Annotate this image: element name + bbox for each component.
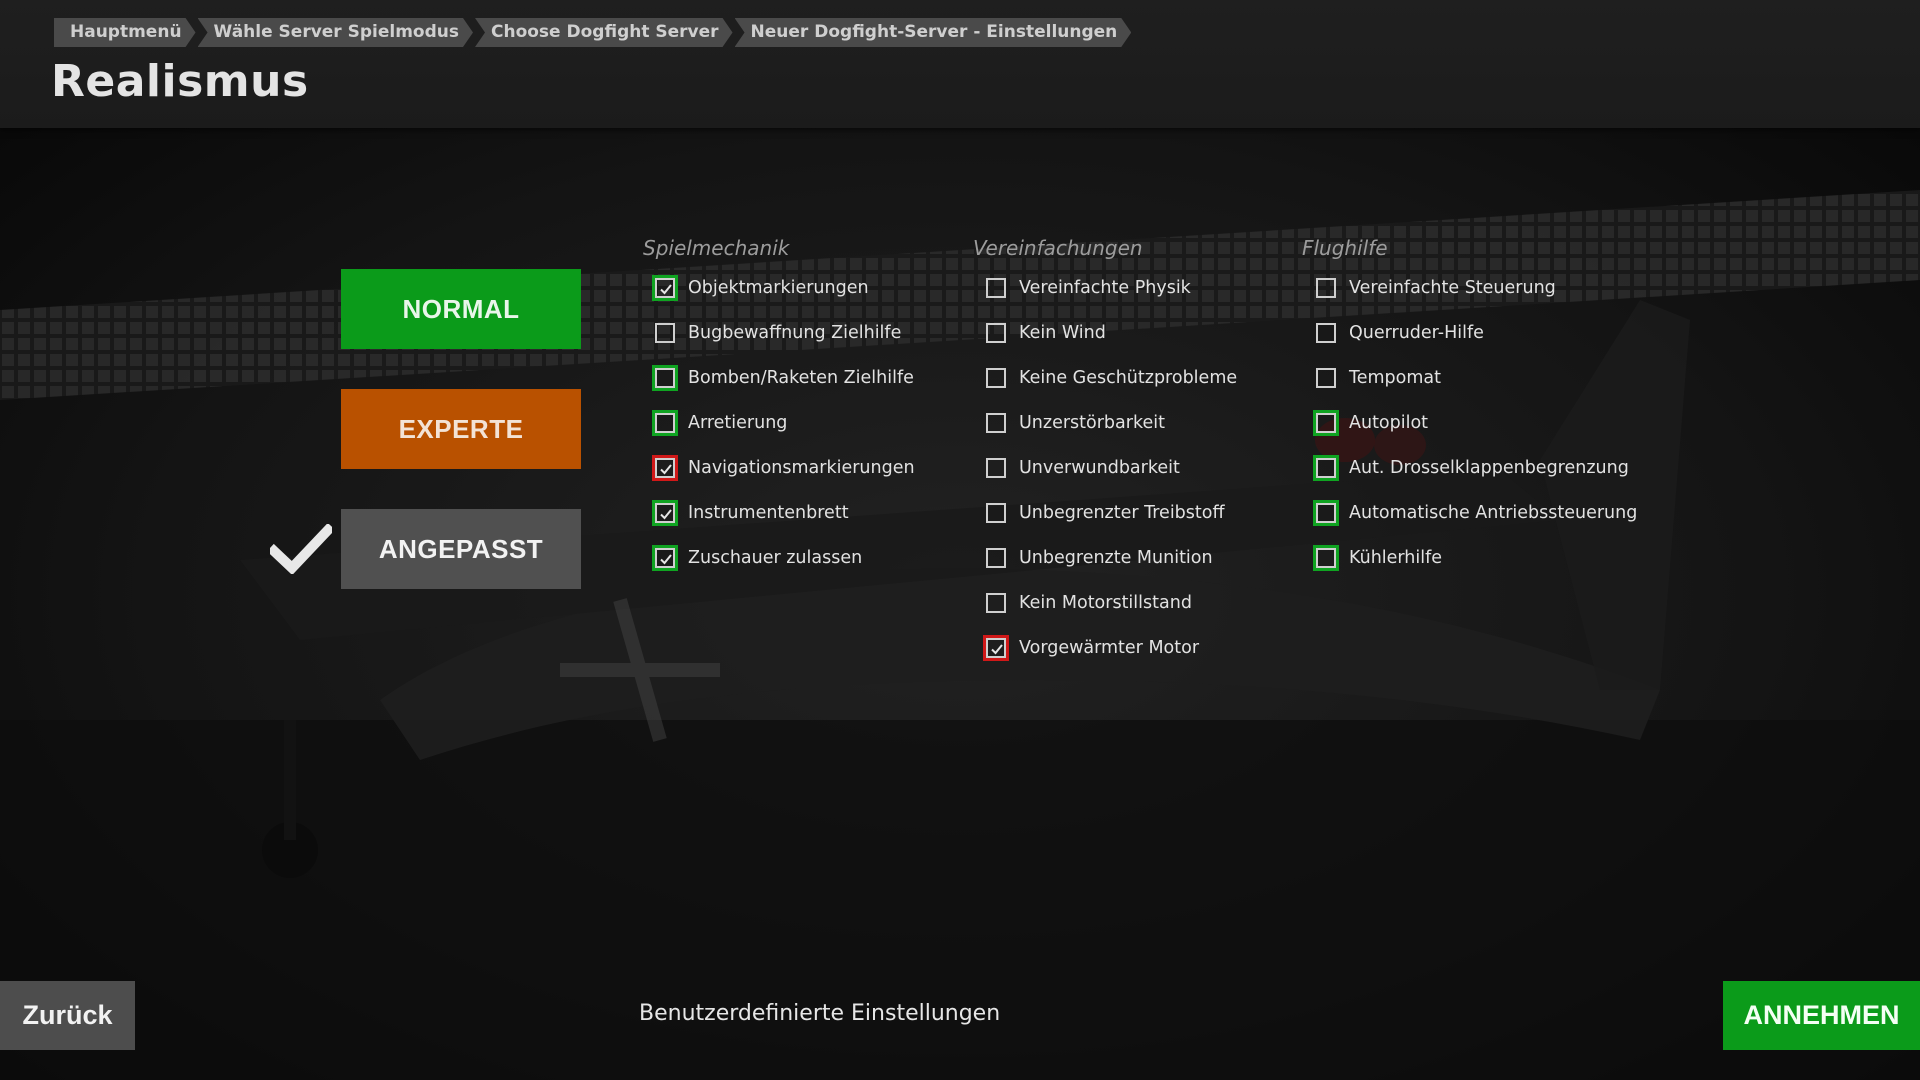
checkbox[interactable] <box>652 545 678 571</box>
preset-expert-button[interactable]: EXPERTE <box>341 389 581 469</box>
checkbox[interactable] <box>652 500 678 526</box>
column-title: Flughilfe <box>1302 236 1388 260</box>
checkbox[interactable] <box>652 455 678 481</box>
preset-custom-button[interactable]: ANGEPASST <box>341 509 581 589</box>
checkbox[interactable] <box>986 278 1006 298</box>
checkbox[interactable] <box>1313 500 1339 526</box>
option-checkbox-row[interactable]: Vorgewärmter Motor <box>983 633 1200 663</box>
option-checkbox-row[interactable]: Bomben/Raketen Zielhilfe <box>652 363 914 393</box>
check-icon <box>660 554 672 565</box>
back-button[interactable]: Zurück <box>0 981 135 1050</box>
checkbox[interactable] <box>1313 410 1339 436</box>
breadcrumb: Hauptmenü Wähle Server Spielmodus Choose… <box>54 18 1133 47</box>
checkmark-icon <box>270 524 332 574</box>
option-checkbox-row[interactable]: Kühlerhilfe <box>1313 543 1443 573</box>
preset-normal-button[interactable]: NORMAL <box>341 269 581 349</box>
check-icon <box>660 284 672 295</box>
option-label: Unbegrenzte Munition <box>1019 548 1213 568</box>
option-label: Objektmarkierungen <box>688 278 869 298</box>
check-icon <box>660 464 672 475</box>
option-label: Bugbewaffnung Zielhilfe <box>688 323 902 343</box>
option-label: Keine Geschützprobleme <box>1019 368 1238 388</box>
checkbox[interactable] <box>986 458 1006 478</box>
option-checkbox-row[interactable]: Unverwundbarkeit <box>986 453 1180 483</box>
option-label: Kühlerhilfe <box>1349 548 1443 568</box>
header-bar: Hauptmenü Wähle Server Spielmodus Choose… <box>0 0 1920 128</box>
column-title: Spielmechanik <box>643 236 790 260</box>
checkbox[interactable] <box>1316 368 1336 388</box>
option-checkbox-row[interactable]: Keine Geschützprobleme <box>986 363 1237 393</box>
option-checkbox-row[interactable]: Navigationsmarkierungen <box>652 453 915 483</box>
checkbox[interactable] <box>1316 278 1336 298</box>
option-label: Vereinfachte Physik <box>1019 278 1191 298</box>
checkbox[interactable] <box>983 635 1009 661</box>
option-checkbox-row[interactable]: Tempomat <box>1316 363 1441 393</box>
option-label: Automatische Antriebssteuerung <box>1349 503 1638 523</box>
checkbox[interactable] <box>652 365 678 391</box>
option-checkbox-row[interactable]: Vereinfachte Physik <box>986 273 1191 303</box>
checkbox[interactable] <box>986 503 1006 523</box>
checkbox[interactable] <box>986 323 1006 343</box>
option-checkbox-row[interactable]: Arretierung <box>652 408 788 438</box>
breadcrumb-item-dogfight-server[interactable]: Choose Dogfight Server <box>475 18 733 47</box>
checkbox[interactable] <box>1313 455 1339 481</box>
checkbox[interactable] <box>652 410 678 436</box>
option-label: Kein Motorstillstand <box>1019 593 1192 613</box>
option-label: Navigationsmarkierungen <box>688 458 915 478</box>
option-label: Vorgewärmter Motor <box>1019 638 1200 658</box>
option-label: Tempomat <box>1349 368 1441 388</box>
option-checkbox-row[interactable]: Zuschauer zulassen <box>652 543 863 573</box>
option-label: Unbegrenzter Treibstoff <box>1019 503 1225 523</box>
checkbox[interactable] <box>986 368 1006 388</box>
option-label: Aut. Drosselklappenbegrenzung <box>1349 458 1629 478</box>
option-checkbox-row[interactable]: Kein Wind <box>986 318 1106 348</box>
page-title: Realismus <box>51 56 309 107</box>
breadcrumb-item-main-menu[interactable]: Hauptmenü <box>54 18 196 47</box>
option-label: Unzerstörbarkeit <box>1019 413 1165 433</box>
checkbox[interactable] <box>1313 545 1339 571</box>
option-checkbox-row[interactable]: Unbegrenzter Treibstoff <box>986 498 1225 528</box>
option-checkbox-row[interactable]: Bugbewaffnung Zielhilfe <box>655 318 901 348</box>
column-title: Vereinfachungen <box>973 236 1143 260</box>
option-label: Zuschauer zulassen <box>688 548 863 568</box>
checkbox[interactable] <box>1316 323 1336 343</box>
check-icon <box>991 644 1003 655</box>
breadcrumb-item-server-settings[interactable]: Neuer Dogfight-Server - Einstellungen <box>735 18 1132 47</box>
option-checkbox-row[interactable]: Aut. Drosselklappenbegrenzung <box>1313 453 1629 483</box>
option-label: Autopilot <box>1349 413 1429 433</box>
option-checkbox-row[interactable]: Instrumentenbrett <box>652 498 849 528</box>
option-checkbox-row[interactable]: Unbegrenzte Munition <box>986 543 1213 573</box>
option-label: Instrumentenbrett <box>688 503 849 523</box>
checkbox[interactable] <box>655 323 675 343</box>
preset-status-text: Benutzerdefinierte Einstellungen <box>639 1001 1001 1026</box>
accept-button[interactable]: ANNEHMEN <box>1723 981 1920 1050</box>
option-label: Vereinfachte Steuerung <box>1349 278 1556 298</box>
breadcrumb-item-server-mode[interactable]: Wähle Server Spielmodus <box>198 18 473 47</box>
checkbox[interactable] <box>986 413 1006 433</box>
option-checkbox-row[interactable]: Kein Motorstillstand <box>986 588 1192 618</box>
checkbox[interactable] <box>652 275 678 301</box>
option-checkbox-row[interactable]: Automatische Antriebssteuerung <box>1313 498 1638 528</box>
checkbox[interactable] <box>986 593 1006 613</box>
option-label: Kein Wind <box>1019 323 1106 343</box>
option-label: Unverwundbarkeit <box>1019 458 1180 478</box>
option-checkbox-row[interactable]: Autopilot <box>1313 408 1429 438</box>
option-label: Bomben/Raketen Zielhilfe <box>688 368 914 388</box>
option-checkbox-row[interactable]: Unzerstörbarkeit <box>986 408 1165 438</box>
option-checkbox-row[interactable]: Vereinfachte Steuerung <box>1316 273 1556 303</box>
option-label: Arretierung <box>688 413 788 433</box>
option-label: Querruder-Hilfe <box>1349 323 1484 343</box>
option-checkbox-row[interactable]: Objektmarkierungen <box>652 273 869 303</box>
check-icon <box>660 509 672 520</box>
checkbox[interactable] <box>986 548 1006 568</box>
option-checkbox-row[interactable]: Querruder-Hilfe <box>1316 318 1484 348</box>
